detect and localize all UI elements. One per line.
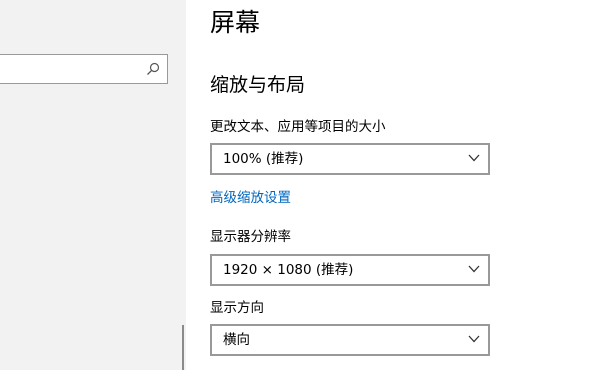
chevron-down-icon	[468, 154, 480, 162]
orientation-dropdown-value: 横向	[223, 332, 250, 348]
resolution-dropdown-value: 1920 × 1080 (推荐)	[223, 262, 354, 278]
search-icon[interactable]	[146, 62, 160, 76]
chevron-down-icon	[468, 335, 480, 343]
navigation-pane	[0, 0, 186, 370]
page-title: 屏幕	[210, 8, 261, 37]
advanced-scaling-link[interactable]: 高级缩放设置	[210, 188, 291, 208]
orientation-dropdown[interactable]: 横向	[210, 324, 490, 356]
settings-window: 屏幕 缩放与布局 更改文本、应用等项目的大小 100% (推荐) 高级缩放设置 …	[0, 0, 600, 370]
scale-label: 更改文本、应用等项目的大小	[210, 119, 386, 135]
section-title-scale-layout: 缩放与布局	[210, 74, 306, 96]
search-input[interactable]	[0, 54, 168, 84]
resolution-label: 显示器分辨率	[210, 229, 291, 245]
resolution-dropdown[interactable]: 1920 × 1080 (推荐)	[210, 254, 490, 286]
nav-scrollbar[interactable]	[182, 325, 184, 370]
scale-dropdown-value: 100% (推荐)	[223, 151, 304, 167]
orientation-label: 显示方向	[210, 300, 264, 316]
scale-dropdown[interactable]: 100% (推荐)	[210, 143, 490, 175]
chevron-down-icon	[468, 265, 480, 273]
